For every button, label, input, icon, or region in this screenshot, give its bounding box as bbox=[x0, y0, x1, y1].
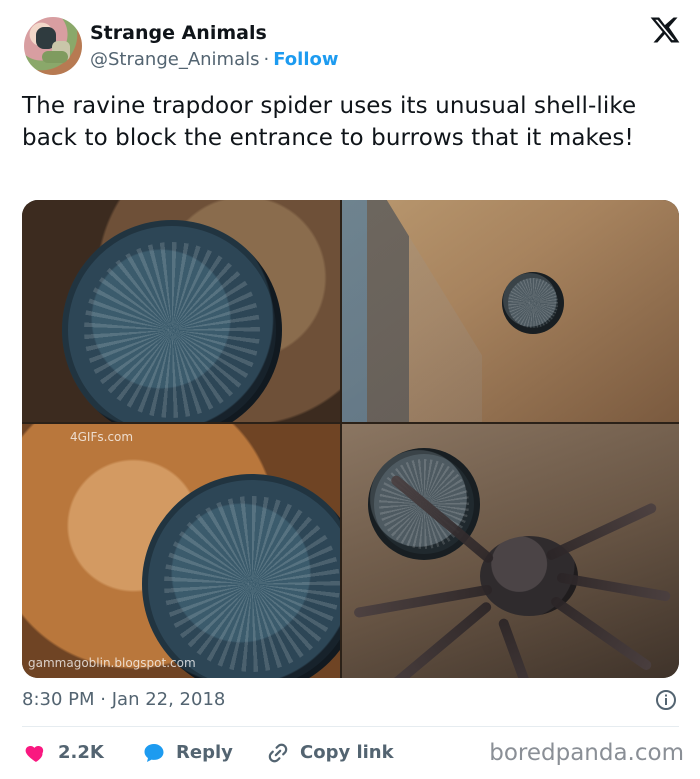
speech-bubble-icon bbox=[144, 744, 164, 762]
media-image-bottom-right[interactable] bbox=[342, 424, 679, 678]
copy-link-button[interactable]: Copy link bbox=[266, 736, 394, 770]
divider bbox=[22, 726, 679, 727]
tool-blade bbox=[342, 200, 482, 422]
meta-separator: · bbox=[100, 689, 106, 710]
trapdoor-disc bbox=[142, 474, 340, 678]
tweet-time[interactable]: 8:30 PM bbox=[22, 689, 95, 710]
media-image-top-right[interactable] bbox=[342, 200, 679, 422]
trapdoor-disc bbox=[62, 220, 282, 422]
spider-leg bbox=[497, 617, 545, 678]
reply-button[interactable]: Reply bbox=[142, 736, 233, 770]
link-icon bbox=[268, 743, 288, 763]
watermark-4gifs: 4GIFs.com bbox=[70, 430, 134, 444]
media-image-top-left[interactable] bbox=[22, 200, 340, 422]
avatar-shape bbox=[42, 51, 68, 63]
follow-link[interactable]: Follow bbox=[273, 49, 338, 70]
handle-line: @Strange_Animals · Follow bbox=[90, 48, 339, 72]
tweet-text: The ravine trapdoor spider uses its unus… bbox=[22, 93, 637, 151]
spider-leg bbox=[549, 594, 654, 672]
spider-leg bbox=[544, 501, 658, 562]
media-image-bottom-left[interactable]: 4GIFs.com gammagoblin.blogspot.com bbox=[22, 424, 340, 678]
handle-separator: · bbox=[263, 49, 270, 70]
tweet-meta: 8:30 PM · Jan 22, 2018 bbox=[22, 685, 678, 715]
source-credit: boredpanda.com bbox=[489, 740, 684, 766]
like-button[interactable]: 2.2K bbox=[24, 736, 104, 770]
trapdoor-disc bbox=[502, 272, 564, 334]
like-count: 2.2K bbox=[58, 742, 104, 763]
tweet-header: Strange Animals @Strange_Animals · Follow bbox=[24, 15, 680, 79]
watermark-gammagoblin: gammagoblin.blogspot.com bbox=[28, 656, 196, 670]
account-name[interactable]: Strange Animals bbox=[90, 21, 267, 45]
tweet-date[interactable]: Jan 22, 2018 bbox=[112, 689, 226, 710]
x-logo-icon[interactable] bbox=[650, 15, 680, 45]
heart-icon bbox=[25, 745, 44, 762]
account-handle[interactable]: @Strange_Animals bbox=[90, 49, 260, 70]
reply-label: Reply bbox=[176, 742, 233, 763]
tweet-media-grid[interactable]: 4GIFs.com gammagoblin.blogspot.com bbox=[22, 200, 679, 678]
info-icon[interactable] bbox=[654, 688, 678, 712]
avatar[interactable] bbox=[24, 17, 82, 75]
copy-link-label: Copy link bbox=[300, 742, 394, 763]
